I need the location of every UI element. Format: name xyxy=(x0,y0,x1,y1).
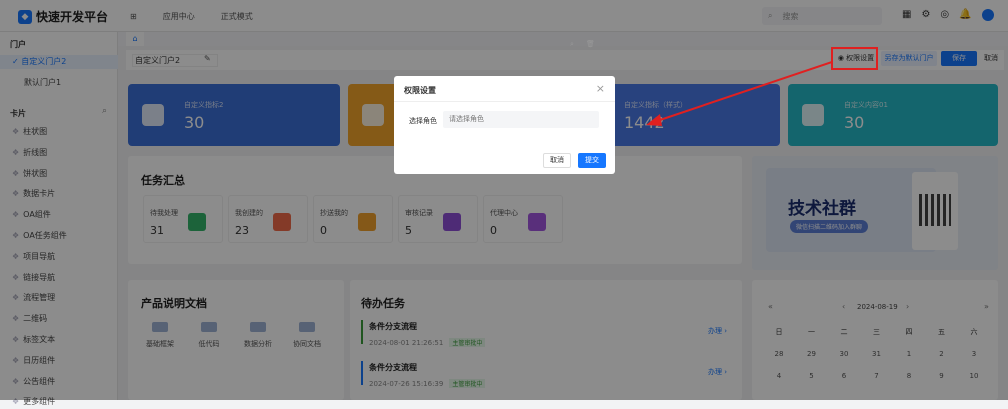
annotation-arrow xyxy=(646,61,833,126)
